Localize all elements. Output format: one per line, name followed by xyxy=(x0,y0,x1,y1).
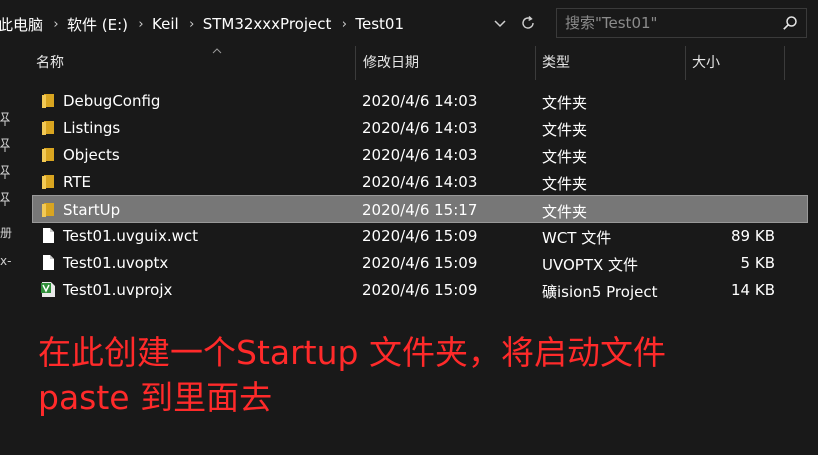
file-size: 89 KB xyxy=(731,227,775,245)
list-item[interactable]: RTE 2020/4/6 14:03 文件夹 xyxy=(34,169,808,195)
pin-icon xyxy=(0,112,10,126)
column-header-size[interactable]: 大小 xyxy=(678,46,785,80)
file-date: 2020/4/6 15:09 xyxy=(362,227,478,245)
column-headers: 名称 修改日期 类型 大小 xyxy=(22,46,818,80)
pin-icon xyxy=(0,165,10,179)
breadcrumb-drive-e[interactable]: 软件 (E:) xyxy=(61,14,136,35)
annotation-line-2: paste 到里面去 xyxy=(38,378,273,417)
breadcrumb-test01[interactable]: Test01 xyxy=(349,15,412,33)
file-date: 2020/4/6 14:03 xyxy=(362,119,478,137)
breadcrumb-separator-icon[interactable]: › xyxy=(136,17,146,32)
file-name: Test01.uvprojx xyxy=(63,281,173,299)
file-name: Test01.uvguix.wct xyxy=(63,227,199,245)
nav-item-label[interactable]: x- xyxy=(0,254,11,268)
folder-icon xyxy=(42,94,54,108)
refresh-icon[interactable] xyxy=(519,14,537,32)
breadcrumb: 此电脑 › 软件 (E:) › Keil › STM32xxxProject ›… xyxy=(0,14,412,34)
annotation-text: 在此创建一个Startup 文件夹，将启动文件 paste 到里面去 xyxy=(38,330,768,420)
file-date: 2020/4/6 15:09 xyxy=(362,281,478,299)
file-name: DebugConfig xyxy=(63,92,161,110)
annotation-line-1: 在此创建一个Startup 文件夹，将启动文件 xyxy=(38,333,666,372)
folder-icon xyxy=(42,148,54,162)
column-divider[interactable] xyxy=(784,46,785,80)
file-date: 2020/4/6 14:03 xyxy=(362,92,478,110)
list-item[interactable]: DebugConfig 2020/4/6 14:03 文件夹 xyxy=(34,88,808,114)
breadcrumb-stm32xxxproject[interactable]: STM32xxxProject xyxy=(197,15,340,33)
search-box[interactable] xyxy=(556,8,807,38)
file-type: 文件夹 xyxy=(542,148,588,166)
search-input[interactable] xyxy=(557,9,767,37)
document-icon xyxy=(43,228,54,243)
file-type: 文件夹 xyxy=(542,203,588,221)
file-date: 2020/4/6 15:17 xyxy=(362,201,478,219)
breadcrumb-separator-icon[interactable]: › xyxy=(51,17,61,32)
document-icon xyxy=(43,255,54,270)
list-item[interactable]: Test01.uvoptx 2020/4/6 15:09 UVOPTX 文件 5… xyxy=(34,250,808,276)
keil-project-icon xyxy=(41,282,55,297)
file-size: 14 KB xyxy=(731,281,775,299)
file-name: StartUp xyxy=(63,201,121,219)
file-date: 2020/4/6 14:03 xyxy=(362,173,478,191)
folder-icon xyxy=(42,203,54,217)
address-bar[interactable]: 此电脑 › 软件 (E:) › Keil › STM32xxxProject ›… xyxy=(0,8,543,38)
toolbar: 此电脑 › 软件 (E:) › Keil › STM32xxxProject ›… xyxy=(0,0,818,46)
file-name: Test01.uvoptx xyxy=(63,254,169,272)
chevron-down-icon[interactable] xyxy=(493,16,507,30)
list-item-selected[interactable]: StartUp 2020/4/6 15:17 文件夹 xyxy=(32,195,808,223)
file-name: Objects xyxy=(63,146,120,164)
breadcrumb-separator-icon[interactable]: › xyxy=(187,17,197,32)
pin-icon xyxy=(0,138,10,152)
file-type: WCT 文件 xyxy=(542,229,612,247)
file-type: 文件夹 xyxy=(542,121,588,139)
list-item[interactable]: Test01.uvprojx 2020/4/6 15:09 礦ision5 Pr… xyxy=(34,277,808,303)
search-icon[interactable] xyxy=(782,15,798,31)
navigation-pane[interactable]: 册 x- xyxy=(0,46,22,455)
column-header-date[interactable]: 修改日期 xyxy=(349,46,535,80)
folder-icon xyxy=(42,175,54,189)
file-type: 文件夹 xyxy=(542,175,588,193)
file-date: 2020/4/6 14:03 xyxy=(362,146,478,164)
pin-icon xyxy=(0,192,10,206)
file-size: 5 KB xyxy=(740,254,775,272)
breadcrumb-this-pc[interactable]: 此电脑 xyxy=(0,14,51,35)
list-item[interactable]: Objects 2020/4/6 14:03 文件夹 xyxy=(34,142,808,168)
column-header-type[interactable]: 类型 xyxy=(528,46,682,80)
file-type: 文件夹 xyxy=(542,94,588,112)
file-name: RTE xyxy=(63,173,91,191)
breadcrumb-separator-icon[interactable]: › xyxy=(339,17,349,32)
file-type: 礦ision5 Project xyxy=(542,283,658,301)
nav-item-label[interactable]: 册 xyxy=(0,224,12,241)
list-item[interactable]: Listings 2020/4/6 14:03 文件夹 xyxy=(34,115,808,141)
folder-icon xyxy=(42,121,54,135)
breadcrumb-keil[interactable]: Keil xyxy=(146,15,187,33)
file-type: UVOPTX 文件 xyxy=(542,256,639,274)
column-header-name[interactable]: 名称 xyxy=(22,46,355,80)
file-date: 2020/4/6 15:09 xyxy=(362,254,478,272)
list-item[interactable]: Test01.uvguix.wct 2020/4/6 15:09 WCT 文件 … xyxy=(34,223,808,249)
file-name: Listings xyxy=(63,119,121,137)
